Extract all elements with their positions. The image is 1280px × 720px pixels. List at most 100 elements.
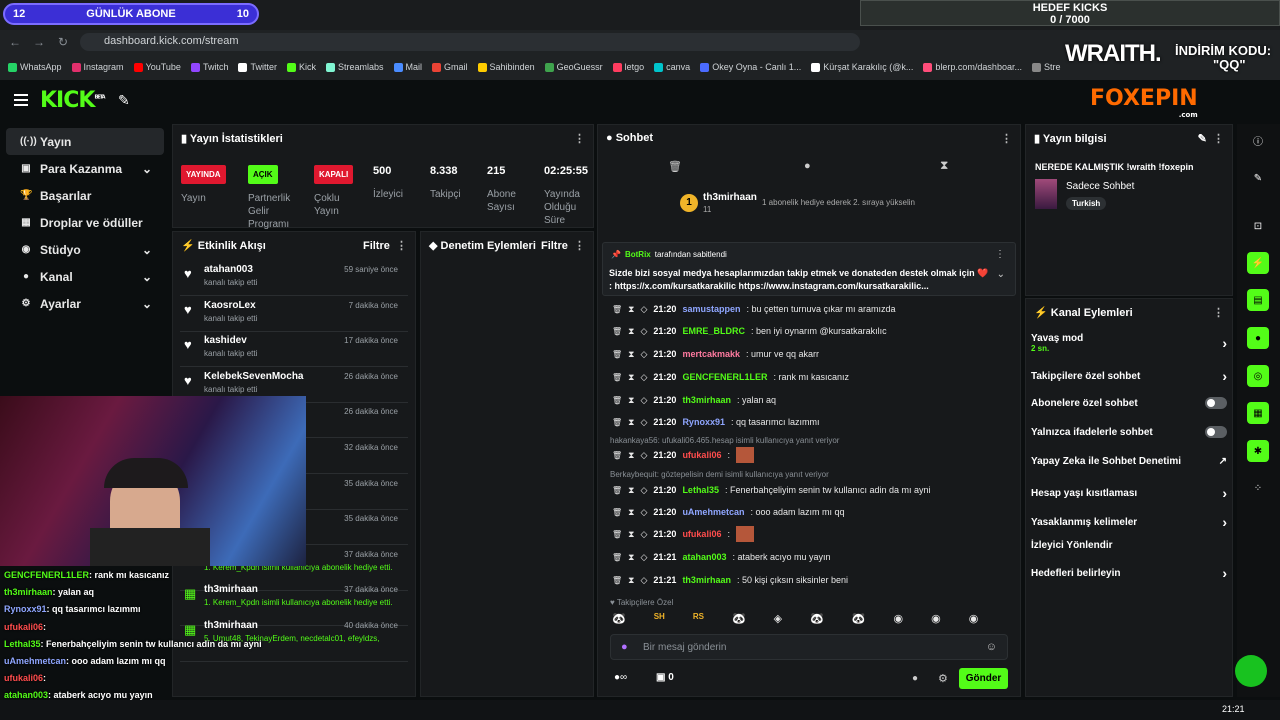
hourglass-icon[interactable]: ⧗ [628, 552, 634, 563]
pinned-message[interactable]: 📌 BotRix tarafından sabitlendi Sizde bizi … [602, 242, 1016, 296]
channel-action-item[interactable]: Takipçilere özel sohbet › [1031, 368, 1227, 384]
trash-icon[interactable]: 🗑 [612, 576, 622, 585]
sidebar-item-yayin[interactable]: ((·)) Yayın [6, 128, 164, 155]
more-icon[interactable]: ⋮ [574, 132, 585, 145]
sidebar-item-achievements[interactable]: 🏆 Başarılar [6, 182, 164, 209]
chat-message[interactable]: 🗑 ⧗ ◇ 21:20 Rynoxx91: qq tasarımcı lazımmı [612, 414, 820, 430]
channel-action-item[interactable]: Hesap yaşı kısıtlaması › [1031, 485, 1227, 501]
trash-icon[interactable]: 🗑 [668, 160, 682, 173]
hourglass-icon[interactable]: ⧗ [628, 575, 634, 586]
trash-icon[interactable]: 🗑 [612, 486, 622, 495]
trash-icon[interactable]: 🗑 [612, 327, 622, 336]
forward-icon[interactable]: → [32, 35, 46, 49]
more-icon[interactable]: ⋮ [574, 240, 585, 252]
shield-icon[interactable]: ◇ [640, 529, 647, 540]
shield-icon[interactable]: ◇ [640, 450, 647, 461]
bookmark-item[interactable]: Streamlabs [325, 62, 384, 72]
trash-icon[interactable]: 🗑 [612, 508, 622, 517]
wrench-icon[interactable]: ✱ [1247, 440, 1269, 462]
gift-counter[interactable]: ▣ 0 [656, 672, 674, 683]
hourglass-icon[interactable]: ⧗ [628, 326, 634, 337]
chat-message[interactable]: 🗑 ⧗ ◇ 21:20 uAmehmetcan: ooo adam lazım mı q… [612, 504, 845, 520]
hourglass-icon[interactable]: ⧗ [628, 529, 634, 540]
hourglass-icon[interactable]: ⧗ [628, 349, 634, 360]
chat-username[interactable]: mertcakmakk [682, 349, 740, 359]
shield-icon[interactable]: ◇ [640, 507, 647, 518]
channel-action-item[interactable]: Hedefleri belirleyin › [1031, 565, 1227, 581]
more-icon[interactable]: ⋮ [396, 240, 407, 252]
chat-message[interactable]: 🗑 ⧗ ◇ 21:21 atahan003: ataberk acıyo mu yayı… [612, 549, 831, 565]
trash-icon[interactable]: 🗑 [612, 350, 622, 359]
bookmark-item[interactable]: canva [654, 62, 690, 72]
chat-icon[interactable]: ● [1247, 327, 1269, 349]
bookmark-item[interactable]: Kürşat Karakılıç (@k... [811, 62, 913, 72]
clipboard-icon[interactable]: ▤ [1247, 289, 1269, 311]
hourglass-icon[interactable]: ⧗ [628, 304, 634, 315]
bookmark-item[interactable]: WhatsApp [8, 62, 62, 72]
hourglass-icon[interactable]: ⧗ [628, 395, 634, 406]
chat-username[interactable]: atahan003 [682, 552, 726, 562]
chat-message[interactable]: 🗑 ⧗ ◇ 21:20 Lethal35: Fenerbahçeliyim senin … [612, 482, 931, 498]
bookmark-item[interactable]: Okey Oyna - Canlı 1... [700, 62, 801, 72]
chat-username[interactable]: Lethal35 [682, 485, 719, 495]
hourglass-icon[interactable]: ⧗ [940, 158, 948, 173]
toggle-switch[interactable] [1205, 426, 1227, 438]
trash-icon[interactable]: 🗑 [612, 396, 622, 405]
emote-icon[interactable]: SH [654, 612, 665, 625]
shield-icon[interactable]: ◇ [640, 552, 647, 563]
shield-icon[interactable]: ◇ [640, 485, 647, 496]
trash-icon[interactable]: 🗑 [612, 451, 622, 460]
shield-icon[interactable]: ◇ [640, 372, 647, 383]
chat-message[interactable]: 🗑 ⧗ ◇ 21:20 ufukali06: [612, 447, 754, 463]
bookmark-item[interactable]: Stre [1031, 62, 1060, 72]
points-icon[interactable]: ●∞ [614, 672, 627, 683]
mic-icon[interactable]: ● [621, 641, 628, 653]
bookmark-item[interactable]: Sahibinden [477, 62, 535, 72]
chat-username[interactable]: Rynoxx91 [682, 417, 725, 427]
sidebar-item-settings[interactable]: ⚙ Ayarlar ⌄ [6, 290, 164, 317]
more-icon[interactable]: ⋮ [1213, 133, 1224, 145]
chat-message[interactable]: 🗑 ⧗ ◇ 21:21 th3mirhaan: 50 kişi çıksın siksi… [612, 572, 848, 588]
sidebar-item-studio[interactable]: ◉ Stüdyo ⌄ [6, 236, 164, 263]
shield-icon[interactable]: ◇ [640, 575, 647, 586]
emote-icon[interactable]: 🐼 [852, 612, 866, 625]
channel-action-item[interactable]: Yapay Zeka ile Sohbet Denetimi ↗ [1031, 456, 1227, 467]
emote-icon[interactable]: ◉ [969, 612, 979, 625]
more-icon[interactable]: ⋮ [1213, 306, 1224, 319]
top-gifter-name[interactable]: th3mirhaan [703, 192, 757, 203]
toggle-switch[interactable] [1205, 397, 1227, 409]
info-icon[interactable]: ⓘ [1247, 129, 1269, 151]
chevron-down-icon[interactable]: ⌄ [997, 269, 1005, 280]
sidebar-item-drops[interactable]: ▦ Droplar ve ödüller [6, 209, 164, 236]
channel-action-item[interactable]: İzleyici Yönlendir [1031, 540, 1227, 551]
hourglass-icon[interactable]: ⧗ [628, 372, 634, 383]
emote-icon[interactable]: 🐼 [732, 612, 746, 625]
bookmark-item[interactable]: Kick [286, 62, 316, 72]
hourglass-icon[interactable]: ⧗ [628, 450, 634, 461]
layout-icon[interactable]: ▦ [1247, 402, 1269, 424]
feed-item[interactable]: ♥ kashidev kanalı takip etti 17 dakika önce [180, 333, 408, 368]
send-button[interactable]: Gönder [959, 668, 1008, 689]
feed-item[interactable]: ♥ atahan003 kanalı takip etti 59 saniye önc… [180, 262, 408, 296]
shield-icon[interactable]: ◇ [640, 417, 647, 428]
crop-icon[interactable]: ⊡ [1247, 215, 1269, 237]
chat-message[interactable]: 🗑 ⧗ ◇ 21:20 samustappen: bu çetten turnuva ç… [612, 301, 896, 317]
chat-username[interactable]: GENCFENERL1LER [682, 372, 767, 382]
chat-username[interactable]: samustappen [682, 304, 740, 314]
feed-item[interactable]: ♥ KaosroLex kanalı takip etti 7 dakika önce [180, 298, 408, 332]
chat-input[interactable]: ● Bir mesaj gönderin ☺ [610, 634, 1008, 660]
emote-icon[interactable]: 🐼 [612, 612, 626, 625]
share-icon[interactable]: ⁘ [1247, 477, 1269, 499]
address-bar[interactable]: dashboard.kick.com/stream [80, 33, 860, 51]
chat-username[interactable]: ufukali06 [682, 450, 721, 460]
menu-icon[interactable] [14, 94, 28, 106]
emote-icon[interactable]: RS [693, 612, 704, 625]
chat-message[interactable]: 🗑 ⧗ ◇ 21:20 GENCFENERL1LER: rank mı kasıcanı… [612, 369, 849, 385]
channel-action-item[interactable]: Yalnızca ifadelerle sohbet [1031, 426, 1227, 438]
chat-message[interactable]: 🗑 ⧗ ◇ 21:20 ufukali06: [612, 526, 754, 542]
channel-action-item[interactable]: Yasaklanmış kelimeler › [1031, 514, 1227, 530]
gear-icon[interactable]: ⚙ [938, 672, 948, 685]
feed-filter-button[interactable]: Filtre [363, 240, 390, 252]
chat-username[interactable]: th3mirhaan [682, 395, 731, 405]
sidebar-item-monetization[interactable]: ▣ Para Kazanma ⌄ [6, 155, 164, 182]
